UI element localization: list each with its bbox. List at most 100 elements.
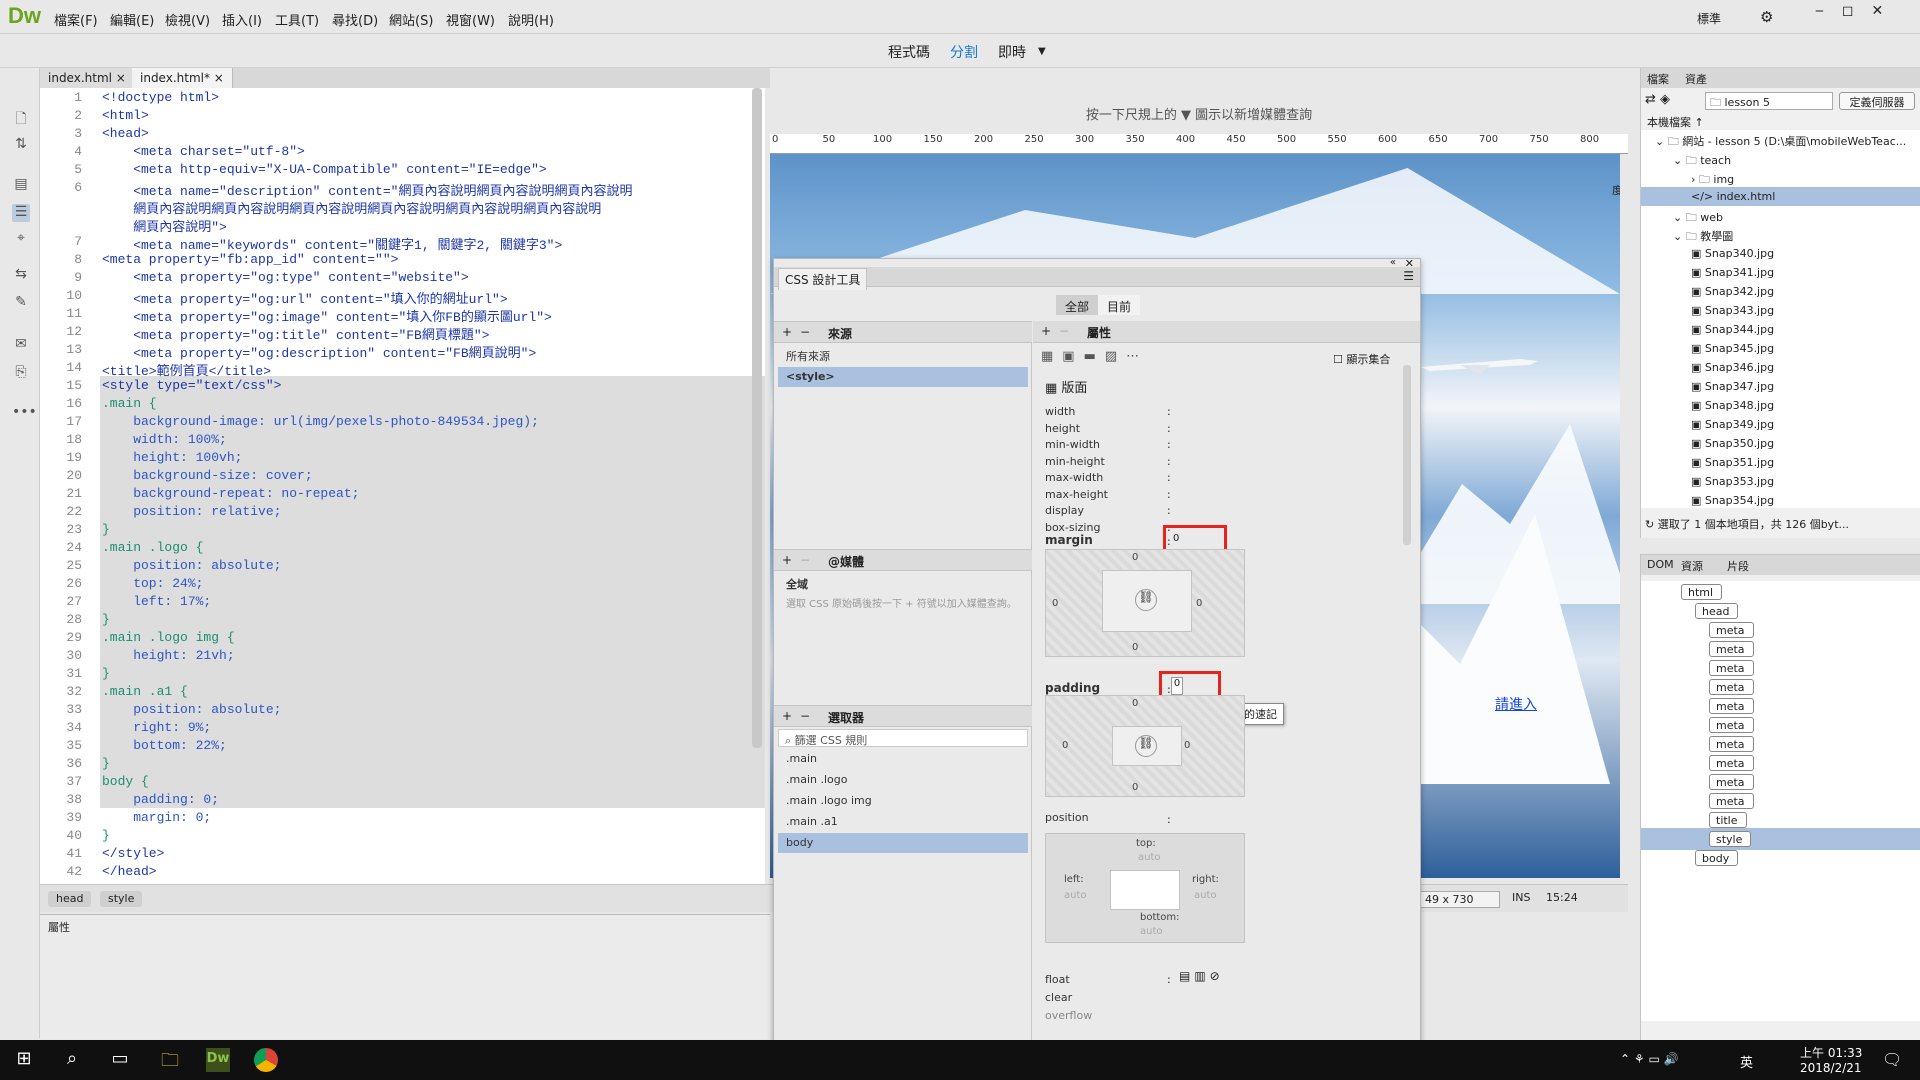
selector-main[interactable]: .main <box>778 749 1028 769</box>
tab-files[interactable]: 檔案 <box>1647 71 1669 87</box>
code-line[interactable]: } <box>102 612 110 627</box>
property-value[interactable]: : <box>1167 488 1171 501</box>
padding-right[interactable]: 0 <box>1184 740 1190 751</box>
code-line[interactable]: } <box>102 756 110 771</box>
margin-top[interactable]: 0 <box>1132 552 1138 563</box>
chevron-down-icon[interactable]: ▼ <box>1038 46 1046 57</box>
property-category-icons[interactable]: ▦▣▬▨⋯ <box>1041 349 1148 364</box>
code-line[interactable]: margin: 0; <box>102 810 211 825</box>
dom-node[interactable]: meta <box>1709 717 1754 733</box>
code-line[interactable]: <html> <box>102 108 149 123</box>
css-designer-tab[interactable]: CSS 設計工具 <box>778 268 868 290</box>
menu-item[interactable]: 插入(I) <box>222 10 262 29</box>
clock-date[interactable]: 2018/2/21 <box>1800 1061 1862 1075</box>
dom-node[interactable]: meta <box>1709 660 1754 676</box>
dom-node[interactable]: style <box>1709 831 1752 847</box>
dom-node[interactable]: body <box>1695 850 1739 866</box>
code-line[interactable]: 網頁內容說明"> <box>102 216 227 235</box>
add-media-button[interactable]: + <box>782 553 792 567</box>
float-options[interactable]: ▤▥⊘ <box>1179 969 1224 983</box>
ime-indicator[interactable]: 英 <box>1740 1052 1753 1071</box>
padding-top[interactable]: 0 <box>1132 698 1138 709</box>
show-set-checkbox[interactable]: ☐ 顯示集合 <box>1333 351 1390 367</box>
wrap-icon[interactable]: ⇆ <box>12 266 30 284</box>
window-controls[interactable]: ‒◻✕ <box>1815 3 1901 19</box>
code-line[interactable]: <meta property="og:image" content="填入你FB… <box>102 306 552 325</box>
panel-menu-icon[interactable]: ☰ <box>1403 269 1414 283</box>
file-tree-item[interactable]: ▣ Snap346.jpg <box>1641 358 1920 377</box>
tray-icons[interactable]: ⌃ ⚘ ▭ 🔊 <box>1620 1052 1679 1066</box>
file-tree-item[interactable]: ▣ Snap350.jpg <box>1641 434 1920 453</box>
margin-right[interactable]: 0 <box>1196 598 1202 609</box>
file-tree-item[interactable]: ▣ Snap342.jpg <box>1641 282 1920 301</box>
dom-node[interactable]: meta <box>1709 774 1754 790</box>
position-bottom-value[interactable]: auto <box>1140 926 1163 937</box>
connect-icon[interactable]: ⇄ ◈ <box>1645 92 1670 107</box>
code-line[interactable]: } <box>102 666 110 681</box>
more-icon[interactable]: ••• <box>12 404 37 422</box>
dom-node[interactable]: meta <box>1709 641 1754 657</box>
media-global[interactable]: 全域 <box>778 573 1028 593</box>
search-icon[interactable]: ⌕ <box>60 1048 84 1072</box>
dreamweaver-taskbar-icon[interactable]: Dw <box>206 1048 230 1072</box>
position-top-value[interactable]: auto <box>1138 852 1161 863</box>
dom-node[interactable]: meta <box>1709 679 1754 695</box>
dom-node[interactable]: meta <box>1709 793 1754 809</box>
media-query-ruler[interactable]: 0 50 100 150 200 250 300 350 400 450 500 550 600 650 7… <box>770 134 1628 154</box>
property-value[interactable]: : <box>1167 422 1171 435</box>
code-line[interactable]: position: relative; <box>102 504 281 519</box>
comment-icon[interactable]: ✉ <box>12 336 30 354</box>
properties-scrollbar[interactable] <box>1403 365 1411 545</box>
code-line[interactable]: height: 100vh; <box>102 450 242 465</box>
margin-left[interactable]: 0 <box>1052 598 1058 609</box>
format-icon[interactable]: ☰ <box>12 204 30 222</box>
clock-time[interactable]: 上午 01:33 <box>1800 1044 1862 1061</box>
current-mode-button[interactable]: 目前 <box>1098 295 1140 315</box>
source-style[interactable]: <style> <box>778 367 1028 387</box>
selector-filter-input[interactable]: ⌕ 篩選 CSS 規則 <box>778 729 1028 747</box>
file-tree-item[interactable]: ▣ Snap348.jpg <box>1641 396 1920 415</box>
menu-item[interactable]: 工具(T) <box>275 10 319 29</box>
crumb-head[interactable]: head <box>48 891 92 907</box>
code-line[interactable]: <style type="text/css"> <box>102 378 281 393</box>
refresh-icon[interactable]: ↻ <box>1645 518 1658 531</box>
code-line[interactable]: <meta name="keywords" content="關鍵字1, 關鍵字… <box>102 234 562 253</box>
notification-icon[interactable]: 🗨 <box>1882 1050 1902 1069</box>
code-line[interactable]: </head> <box>102 864 157 879</box>
file-tree-item[interactable]: </> index.html <box>1641 187 1920 206</box>
padding-left[interactable]: 0 <box>1062 740 1068 751</box>
file-tree-item[interactable]: ▣ Snap345.jpg <box>1641 339 1920 358</box>
file-tree-item[interactable]: ⌄ 🗀 網站 - lesson 5 (D:\桌面\mobileWebTeac..… <box>1641 130 1920 149</box>
windows-start-icon[interactable]: ⊞ <box>12 1048 36 1072</box>
menu-item[interactable]: 視窗(W) <box>446 10 495 29</box>
file-tree-item[interactable]: ▣ Snap351.jpg <box>1641 453 1920 472</box>
tab-assets[interactable]: 資源 <box>1681 558 1703 574</box>
tab-assets[interactable]: 資產 <box>1685 71 1707 87</box>
code-line[interactable]: body { <box>102 774 149 789</box>
code-line[interactable]: top: 24%; <box>102 576 203 591</box>
snippet-icon[interactable]: ⎘ <box>12 364 30 382</box>
file-tree-item[interactable]: ⌄ 🗀 teach <box>1641 149 1920 168</box>
code-line[interactable]: background-repeat: no-repeat; <box>102 486 359 501</box>
menu-item[interactable]: 檔案(F) <box>54 10 98 29</box>
code-view-button[interactable]: 程式碼 <box>888 42 930 62</box>
file-tree-item[interactable]: ⌄ 🗀 web <box>1641 206 1920 225</box>
tag-icon[interactable]: ▤ <box>12 176 30 194</box>
code-line[interactable]: <meta property="og:description" content=… <box>102 342 536 361</box>
code-line[interactable]: position: absolute; <box>102 558 281 573</box>
code-line[interactable]: height: 21vh; <box>102 648 234 663</box>
code-line[interactable]: bottom: 22%; <box>102 738 227 753</box>
code-line[interactable]: <!doctype html> <box>102 90 219 105</box>
dom-row[interactable]: body <box>1641 847 1920 869</box>
code-line[interactable]: .main .logo { <box>102 540 203 555</box>
dom-node[interactable]: meta <box>1709 622 1754 638</box>
code-line[interactable]: <meta http-equiv="X-UA-Compatible" conte… <box>102 162 546 177</box>
selector-main-logo-img[interactable]: .main .logo img <box>778 791 1028 811</box>
tab-index-html-modified[interactable]: index.html* × <box>132 68 233 88</box>
add-selector-button[interactable]: + <box>782 709 792 723</box>
link-icon[interactable]: ⛓ <box>1135 735 1157 757</box>
margin-bottom[interactable]: 0 <box>1132 642 1138 653</box>
code-line[interactable]: left: 17%; <box>102 594 211 609</box>
code-line[interactable]: </style> <box>102 846 164 861</box>
gear-icon[interactable]: ⚙ <box>1760 8 1773 26</box>
